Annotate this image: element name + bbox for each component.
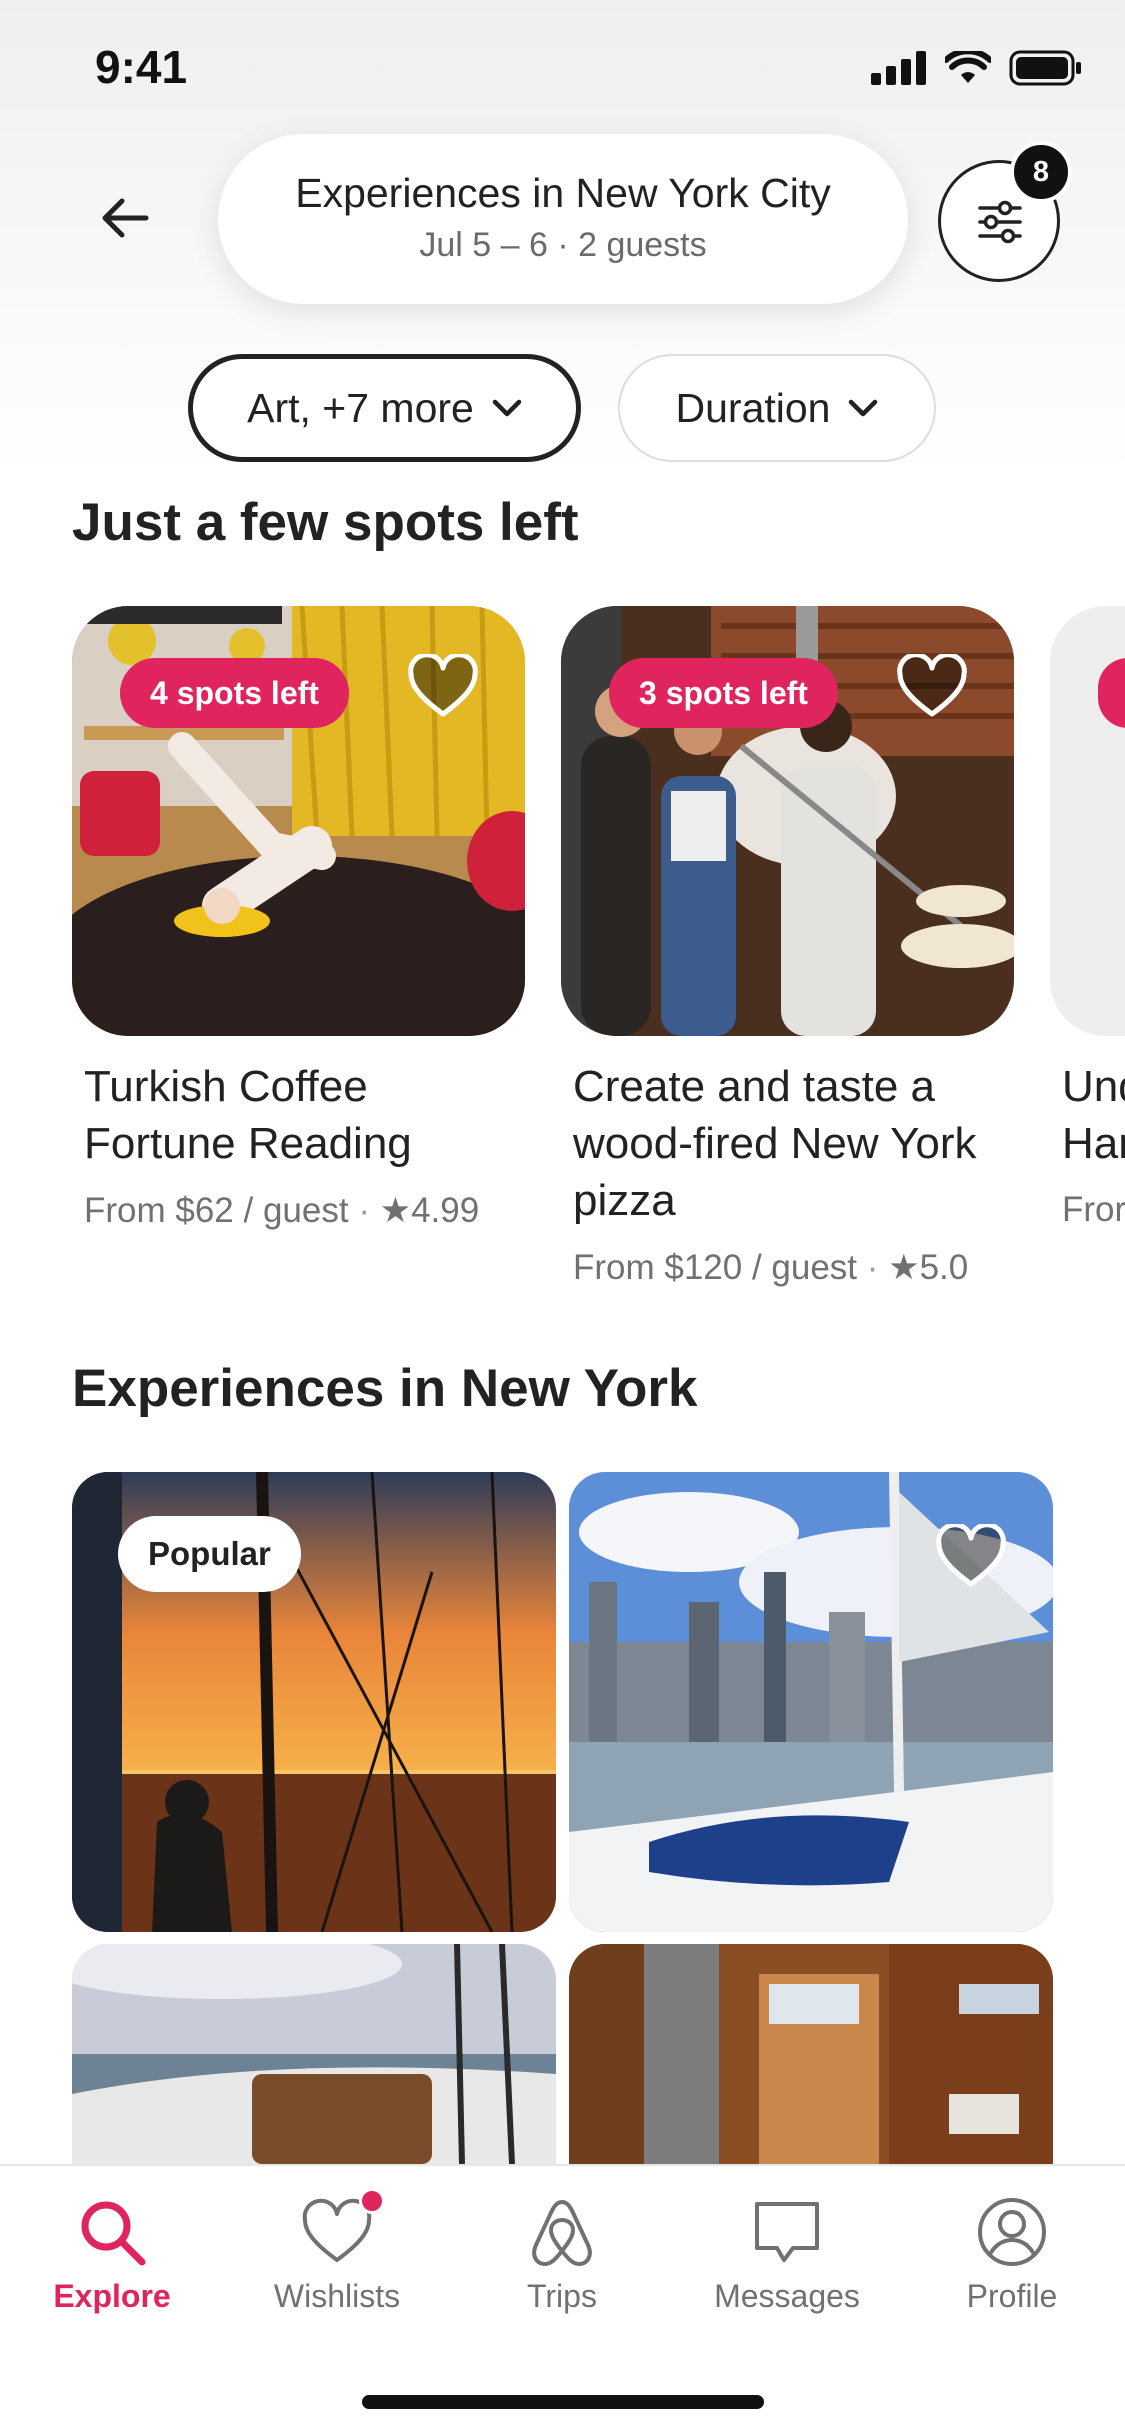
tab-explore-label: Explore [53, 2278, 171, 2314]
star-icon: ★ [379, 1191, 412, 1230]
tab-explore[interactable]: Explore [22, 2196, 202, 2315]
back-arrow-icon[interactable] [96, 188, 156, 248]
experience-photo[interactable]: 4 spots left [72, 606, 525, 1036]
experience-photo-partial[interactable] [1050, 606, 1125, 1036]
airbnb-icon [532, 2200, 592, 2266]
message-icon [755, 2202, 819, 2262]
wifi-icon [945, 51, 991, 83]
filter-count-badge: 8 [1010, 141, 1072, 203]
chip-category[interactable]: Art, +7 more [188, 354, 581, 462]
tab-profile[interactable]: Profile [922, 2196, 1102, 2315]
spots-left-badge-partial [1098, 658, 1125, 728]
status-bar: 9:41 [0, 0, 1125, 140]
tab-messages-label: Messages [714, 2278, 860, 2314]
section-title-experiences: Experiences in New York [72, 1359, 698, 1418]
experience-photo[interactable]: 3 spots left [561, 606, 1014, 1036]
chevron-down-icon [849, 399, 878, 417]
tab-wishlists-label: Wishlists [273, 2278, 401, 2314]
search-title: Experiences in New York City [295, 170, 831, 216]
cellular-icon [871, 51, 926, 85]
tab-trips[interactable]: Trips [472, 2196, 652, 2315]
tab-wishlists[interactable]: Wishlists [247, 2188, 427, 2315]
experience-photo[interactable] [569, 1472, 1053, 1932]
tab-profile-label: Profile [966, 2278, 1058, 2314]
experience-title: Create and taste a wood-fired New York p… [573, 1062, 977, 1225]
tab-trips-label: Trips [527, 2278, 597, 2314]
heart-icon[interactable] [407, 654, 479, 720]
section-title-spots-left: Just a few spots left [72, 493, 579, 552]
experience-title-block: Turkish Coffee Fortune Reading From $62 … [84, 1058, 514, 1239]
home-indicator [362, 2395, 764, 2409]
experience-title-partial: Und Har [1062, 1062, 1125, 1168]
experience-price: From $120 / guest [573, 1248, 858, 1287]
profile-icon [978, 2198, 1046, 2266]
experience-rating: 5.0 [919, 1248, 969, 1287]
heart-icon[interactable] [896, 654, 968, 720]
tab-messages[interactable]: Messages [697, 2196, 877, 2315]
experience-price: From $62 / guest [84, 1191, 349, 1230]
filter-sliders-icon [978, 200, 1022, 244]
experience-photo[interactable]: Popular [72, 1472, 556, 1932]
notification-dot [359, 2188, 385, 2214]
chip-category-label: Art, +7 more [247, 384, 474, 431]
heart-icon[interactable] [935, 1524, 1007, 1590]
chip-duration[interactable]: Duration [618, 354, 936, 462]
experience-price-partial: Fror [1062, 1190, 1125, 1229]
experience-title: Turkish Coffee Fortune Reading [84, 1062, 412, 1168]
experience-photo[interactable] [569, 1944, 1053, 2164]
chip-duration-label: Duration [675, 384, 831, 431]
experience-rating: 4.99 [411, 1191, 480, 1230]
experience-title-block: Create and taste a wood-fired New York p… [573, 1058, 1003, 1296]
chevron-down-icon [492, 399, 522, 417]
popular-badge: Popular [118, 1516, 301, 1592]
experience-photo[interactable] [72, 1944, 556, 2164]
search-pill[interactable]: Experiences in New York City Jul 5 – 6 ·… [218, 134, 908, 304]
star-icon: ★ [888, 1248, 920, 1287]
experience-meta: From $62 / guest · ★4.99 [84, 1191, 480, 1230]
status-icons [871, 50, 1083, 86]
battery-icon [1009, 50, 1081, 86]
spots-left-badge: 4 spots left [120, 658, 349, 728]
search-subtitle: Jul 5 – 6 · 2 guests [419, 226, 707, 264]
experience-meta: From $120 / guest · ★5.0 [573, 1248, 969, 1287]
spots-left-badge: 3 spots left [609, 658, 838, 728]
search-icon [81, 2201, 146, 2266]
status-time: 9:41 [95, 41, 188, 93]
